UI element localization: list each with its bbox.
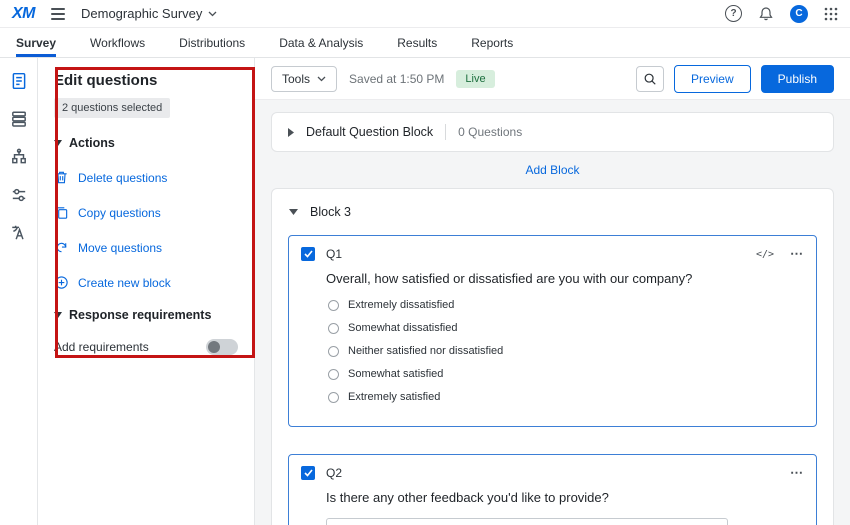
copy-icon <box>54 205 69 220</box>
move-questions-button[interactable]: Move questions <box>54 240 238 255</box>
delete-questions-button[interactable]: Delete questions <box>54 170 238 185</box>
survey-flow-icon[interactable] <box>10 148 28 166</box>
add-requirements-toggle[interactable] <box>206 339 238 355</box>
survey-options-icon[interactable] <box>10 186 28 204</box>
question-checkbox[interactable] <box>301 247 315 261</box>
block-title: Block 3 <box>310 205 351 219</box>
blocks-icon[interactable] <box>10 110 28 128</box>
chevron-down-icon[interactable] <box>289 209 298 215</box>
text-entry-box[interactable] <box>326 518 728 525</box>
check-icon <box>304 250 313 258</box>
default-question-block[interactable]: Default Question Block 0 Questions <box>271 112 834 152</box>
live-status-badge: Live <box>456 70 494 88</box>
answer-option: Extremely satisfied <box>328 391 804 403</box>
question-text[interactable]: Is there any other feedback you'd like t… <box>326 490 804 505</box>
answer-option: Neither satisfied nor dissatisfied <box>328 345 804 357</box>
survey-title-menu[interactable]: Demographic Survey <box>81 6 217 21</box>
answer-option: Somewhat satisfied <box>328 368 804 380</box>
survey-canvas: Default Question Block 0 Questions Add B… <box>255 100 850 525</box>
save-status-text: Saved at 1:50 PM <box>349 72 444 86</box>
code-view-icon[interactable]: </> <box>756 249 774 260</box>
question-menu-icon[interactable]: ⋯ <box>790 246 804 262</box>
move-icon <box>54 240 69 255</box>
notifications-bell-icon[interactable] <box>758 6 774 22</box>
tab-results[interactable]: Results <box>397 28 437 57</box>
response-requirements-section-header[interactable]: Response requirements <box>54 308 238 322</box>
panel-title: Edit questions <box>54 72 238 89</box>
tab-reports[interactable]: Reports <box>471 28 513 57</box>
question-id: Q2 <box>326 466 342 480</box>
radio-button[interactable] <box>328 346 339 357</box>
radio-button[interactable] <box>328 300 339 311</box>
trash-icon <box>54 170 69 185</box>
question-menu-icon[interactable]: ⋯ <box>790 465 804 481</box>
radio-button[interactable] <box>328 323 339 334</box>
block-title: Default Question Block <box>306 125 433 139</box>
survey-title: Demographic Survey <box>81 6 202 21</box>
question-card-q2[interactable]: Q2 ⋯ Is there any other feedback you'd l… <box>288 454 817 525</box>
question-text[interactable]: Overall, how satisfied or dissatisfied a… <box>326 271 804 286</box>
answer-option: Somewhat dissatisfied <box>328 322 804 334</box>
block-question-count: 0 Questions <box>458 125 522 139</box>
divider <box>445 124 446 140</box>
add-requirements-label: Add requirements <box>54 340 149 354</box>
copy-questions-button[interactable]: Copy questions <box>54 205 238 220</box>
tab-workflows[interactable]: Workflows <box>90 28 145 57</box>
question-card-q1[interactable]: Q1 </> ⋯ Overall, how satisfied or dissa… <box>288 235 817 427</box>
chevron-right-icon[interactable] <box>288 128 294 137</box>
add-block-link[interactable]: Add Block <box>525 163 579 177</box>
search-button[interactable] <box>636 66 664 92</box>
user-avatar[interactable]: C <box>790 5 808 23</box>
xm-logo: XM <box>12 5 35 23</box>
tools-button[interactable]: Tools <box>271 66 337 92</box>
tab-survey[interactable]: Survey <box>16 28 56 57</box>
answer-option: Extremely dissatisfied <box>328 299 804 311</box>
top-bar: XM Demographic Survey ? C <box>0 0 850 28</box>
caret-down-icon <box>54 140 62 146</box>
main-nav-tabs: Survey Workflows Distributions Data & An… <box>0 28 850 58</box>
survey-builder-icon[interactable] <box>10 72 28 90</box>
search-icon <box>643 72 657 86</box>
chevron-down-icon <box>208 11 217 17</box>
block-3: Block 3 Q1 </> ⋯ Overall, how sat <box>271 188 834 525</box>
check-icon <box>304 469 313 477</box>
caret-down-icon <box>54 312 62 318</box>
hamburger-menu-icon[interactable] <box>49 6 67 22</box>
radio-button[interactable] <box>328 369 339 380</box>
preview-button[interactable]: Preview <box>674 65 751 93</box>
left-icon-rail <box>0 58 38 525</box>
edit-questions-panel: Edit questions 2 questions selected Acti… <box>38 58 255 525</box>
question-checkbox[interactable] <box>301 466 315 480</box>
create-new-block-button[interactable]: Create new block <box>54 275 238 290</box>
tab-data-analysis[interactable]: Data & Analysis <box>279 28 363 57</box>
selected-count-badge: 2 questions selected <box>54 98 170 118</box>
translations-icon[interactable] <box>10 224 28 242</box>
tab-distributions[interactable]: Distributions <box>179 28 245 57</box>
question-id: Q1 <box>326 247 342 261</box>
editor-toolbar: Tools Saved at 1:50 PM Live Preview Publ… <box>255 58 850 100</box>
publish-button[interactable]: Publish <box>761 65 834 93</box>
radio-button[interactable] <box>328 392 339 403</box>
plus-circle-icon <box>54 275 69 290</box>
help-icon[interactable]: ? <box>725 5 742 22</box>
apps-grid-icon[interactable] <box>824 7 838 21</box>
actions-section-header[interactable]: Actions <box>54 136 238 150</box>
chevron-down-icon <box>317 76 326 82</box>
